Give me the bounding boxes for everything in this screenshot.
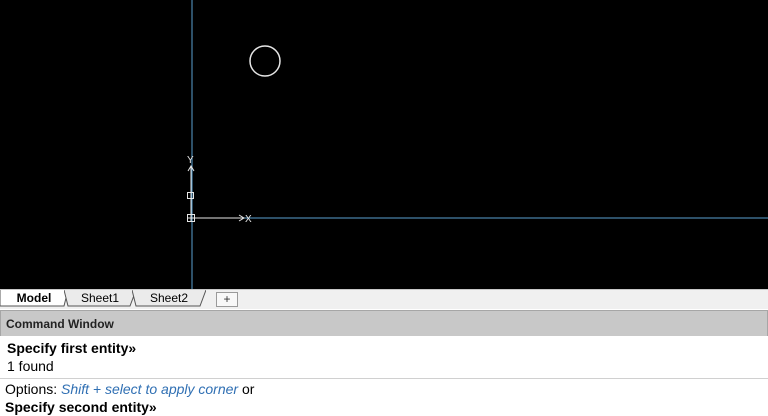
- options-prefix: Options:: [5, 381, 62, 397]
- drawing-canvas[interactable]: Y X: [0, 0, 768, 289]
- plus-icon: +: [223, 292, 231, 306]
- command-window-title: Command Window: [6, 317, 114, 331]
- command-history: Specify first entity» 1 found: [0, 336, 768, 379]
- tab-label: Model: [16, 291, 52, 305]
- tab-label: Sheet1: [80, 291, 120, 305]
- tab-model[interactable]: Model: [0, 290, 68, 307]
- options-suffix: or: [238, 381, 255, 397]
- ucs-y-label: Y: [187, 155, 194, 166]
- tab-label: Sheet2: [149, 291, 189, 305]
- layout-tab-bar: Model Sheet1 Sheet2 +: [0, 289, 768, 309]
- command-window-header: Command Window: [0, 310, 768, 337]
- history-line: Specify first entity»: [7, 340, 137, 356]
- circle-entity: [249, 45, 281, 77]
- option-shift-select[interactable]: Shift + select to apply corner: [61, 381, 238, 397]
- tab-sheet2[interactable]: Sheet2: [132, 290, 206, 307]
- add-sheet-button[interactable]: +: [216, 292, 238, 307]
- ucs-x-label: X: [245, 214, 252, 225]
- ucs-icon: [187, 165, 245, 222]
- options-line: Options: Shift + select to apply corner …: [5, 381, 254, 397]
- prompt-line: Specify second entity»: [5, 399, 157, 415]
- history-line: 1 found: [7, 358, 54, 374]
- tab-sheet1[interactable]: Sheet1: [64, 290, 136, 307]
- command-prompt[interactable]: Options: Shift + select to apply corner …: [0, 379, 768, 416]
